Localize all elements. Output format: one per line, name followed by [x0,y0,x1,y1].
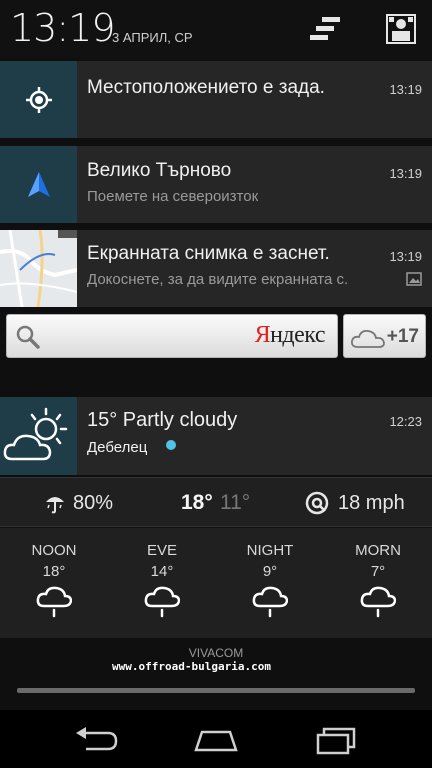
back-icon[interactable] [72,724,120,756]
rain-cloud-icon [252,586,288,618]
forecast-label: NOON [31,542,77,559]
home-icon[interactable] [192,724,240,756]
weather-title: 15° Partly cloudy [87,409,238,431]
wind-icon [305,491,329,515]
forecast-label: NIGHT [246,542,294,559]
notification-navigation[interactable]: Велико Търново Поемете на североизток 13… [0,146,432,223]
cloud-icon [350,329,385,348]
status-header: 13:19 3 АПРИЛ, СР [0,0,432,58]
forecast-item: NOON 18° [0,542,108,618]
clock: 13:19 [10,6,116,50]
map-thumbnail-image [0,230,77,307]
rain-cloud-icon [36,586,72,618]
notification-subtitle: Докоснете, за да видите екранната с. [87,271,349,288]
notification-location[interactable]: Местоположението е зада. 13:19 [0,61,432,138]
notification-weather[interactable]: 15° Partly cloudy Дебелец 12:23 [0,397,432,475]
image-icon [406,272,422,286]
notification-icon-area [0,61,77,138]
recent-apps-icon[interactable] [312,724,360,756]
forecast-label: EVE [146,542,177,559]
clear-all-icon[interactable] [308,12,342,46]
forecast-item: NIGHT 9° [216,542,324,618]
partly-cloudy-icon [3,407,68,461]
notification-title: Велико Търново [87,160,232,181]
screenshot-thumbnail [0,230,77,307]
yandex-search-bar[interactable]: Яндекс [6,314,338,358]
notification-icon-area [0,397,77,475]
yandex-logo: Яндекс [254,322,326,348]
forecast-item: MORN 7° [324,542,432,618]
umbrella-icon [46,497,64,514]
notification-shade: 13:19 3 АПРИЛ, СР Местоположението е зад… [0,0,432,768]
notification-title: Екранната снимка е заснет. [87,243,330,264]
notification-time: 13:19 [389,166,422,181]
shade-drag-handle[interactable] [17,688,415,693]
forecast-temp: 14° [150,563,174,580]
wind-value: 18 mph [338,492,405,514]
temp-high: 18° [181,491,213,514]
rain-cloud-icon [360,586,396,618]
location-dot-icon [166,440,176,450]
notification-screenshot[interactable]: Екранната снимка е заснет. Докоснете, за… [0,230,432,307]
carrier-label: VIVACOM [188,646,244,660]
search-icon [16,325,40,349]
weather-details-row: 80% 18° 11° 18 mph [0,477,432,527]
notification-icon-area [0,146,77,223]
forecast-temp: 18° [42,563,66,580]
date-label: 3 АПРИЛ, СР [112,30,193,45]
quick-settings-icon[interactable] [384,12,418,46]
navigation-bar [0,710,432,768]
notification-title: Местоположението е зада. [87,77,325,98]
forecast-label: MORN [355,542,401,559]
weather-forecast: NOON 18° EVE 14° NIGHT 9° MORN 7° [0,528,432,638]
location-target-icon [25,86,52,113]
forecast-temp: 9° [262,563,278,580]
notification-time: 13:19 [389,82,422,97]
temp-low: 11° [220,491,251,514]
rain-cloud-icon [144,586,180,618]
weather-temp: +17 [386,326,419,347]
precip-value: 80% [73,492,114,514]
weather-location: Дебелец [87,439,148,456]
watermark-text: www.offroad-bulgaria.com [112,660,271,673]
yandex-weather-button[interactable]: +17 [343,314,426,358]
navigation-arrow-icon [27,171,50,197]
notification-subtitle: Поемете на североизток [87,188,259,205]
forecast-temp: 7° [370,563,386,580]
notification-time: 13:19 [389,249,422,264]
forecast-item: EVE 14° [108,542,216,618]
notification-time: 12:23 [389,414,422,429]
